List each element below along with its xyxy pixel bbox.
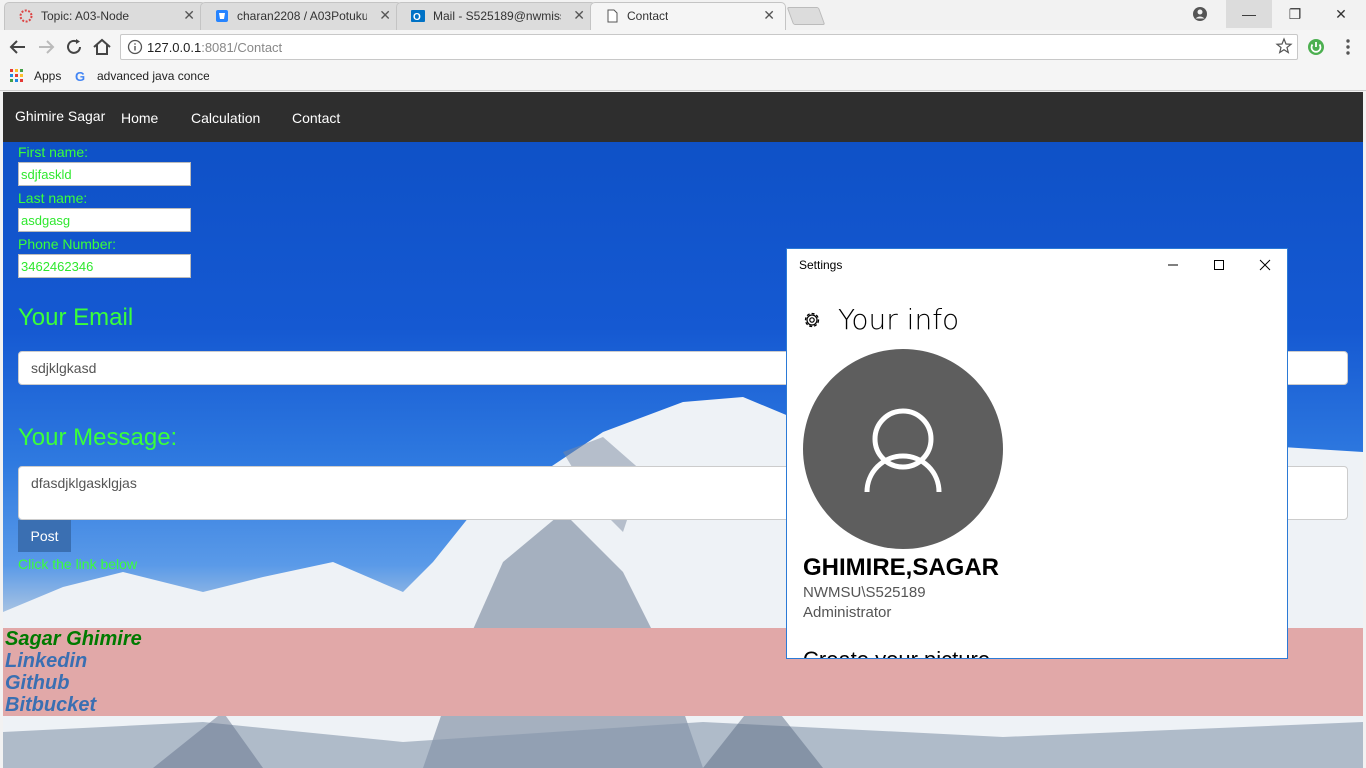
svg-text:G: G xyxy=(75,69,85,83)
loading-icon xyxy=(19,9,33,23)
extension-icon[interactable] xyxy=(1307,38,1325,56)
tab-mail[interactable]: O Mail - S525189@nwmiss ✕ xyxy=(396,2,596,30)
avatar xyxy=(803,349,1003,549)
reload-icon[interactable] xyxy=(62,35,86,59)
site-brand[interactable]: Ghimire Sagar xyxy=(15,108,105,124)
post-button[interactable]: Post xyxy=(18,520,71,552)
settings-maximize-icon[interactable] xyxy=(1204,253,1234,277)
user-silhouette-icon xyxy=(864,408,942,493)
footer-name[interactable]: Sagar Ghimire xyxy=(5,628,142,651)
first-name-label: First name: xyxy=(18,144,89,160)
star-icon[interactable] xyxy=(1275,37,1293,55)
google-icon: G xyxy=(75,69,85,83)
user-display-name: GHIMIRE,SAGAR xyxy=(803,554,1000,581)
nav-calculation[interactable]: Calculation xyxy=(191,110,260,126)
settings-window: Settings Your info GHIMIRE,SAGAR NWMSU\S… xyxy=(786,248,1288,659)
email-heading: Your Email xyxy=(18,304,134,331)
bookmark-apps[interactable]: Apps xyxy=(34,69,61,83)
site-navbar: Ghimire Sagar Home Calculation Contact xyxy=(3,92,1363,142)
user-role: Administrator xyxy=(803,604,892,621)
close-icon[interactable]: ✕ xyxy=(573,8,585,22)
tab-bitbucket[interactable]: charan2208 / A03Potuku ✕ xyxy=(200,2,402,30)
settings-heading: Your info xyxy=(838,303,960,336)
info-icon[interactable] xyxy=(127,39,143,55)
user-account: NWMSU\S525189 xyxy=(803,584,926,601)
tab-title: charan2208 / A03Potuku xyxy=(237,9,367,23)
first-name-input[interactable]: sdjfaskld xyxy=(18,162,191,186)
url-text: 127.0.0.1:8081/Contact xyxy=(147,40,282,55)
forward-arrow-icon[interactable] xyxy=(34,35,58,59)
new-tab-button[interactable] xyxy=(786,7,826,25)
tab-contact[interactable]: Contact ✕ xyxy=(590,2,786,30)
nav-contact[interactable]: Contact xyxy=(292,110,340,126)
last-name-label: Last name: xyxy=(18,190,88,206)
minimize-button[interactable]: — xyxy=(1226,0,1272,28)
outlook-icon: O xyxy=(411,10,425,23)
settings-window-title: Settings xyxy=(799,258,843,272)
footer-link-github[interactable]: Github xyxy=(5,672,69,695)
footer-link-bitbucket[interactable]: Bitbucket xyxy=(5,694,96,717)
back-arrow-icon[interactable] xyxy=(6,35,30,59)
tab-topic[interactable]: Topic: A03-Node ✕ xyxy=(4,2,206,30)
create-picture-heading: Create your picture xyxy=(803,647,990,658)
settings-minimize-icon[interactable] xyxy=(1158,253,1188,277)
window-close-button[interactable]: ✕ xyxy=(1318,0,1364,28)
bookmark-advanced-java[interactable]: advanced java conce xyxy=(97,69,209,83)
footer-link-linkedin[interactable]: Linkedin xyxy=(5,650,87,673)
settings-close-icon[interactable] xyxy=(1250,253,1280,277)
tab-title: Mail - S525189@nwmiss xyxy=(433,9,561,23)
message-heading: Your Message: xyxy=(18,424,178,451)
phone-label: Phone Number: xyxy=(18,236,117,252)
phone-input[interactable]: 3462462346 xyxy=(18,254,191,278)
close-icon[interactable]: ✕ xyxy=(763,8,775,22)
svg-text:O: O xyxy=(413,12,421,23)
last-name-input[interactable]: asdgasg xyxy=(18,208,191,232)
address-bar[interactable]: 127.0.0.1:8081/Contact xyxy=(120,34,1298,60)
apps-grid-icon[interactable] xyxy=(10,69,24,83)
browser-tab-strip: Topic: A03-Node ✕ charan2208 / A03Potuku… xyxy=(0,0,1366,30)
gear-icon xyxy=(804,312,820,328)
url-host: 127.0.0.1 xyxy=(147,40,202,55)
browser-toolbar: 127.0.0.1:8081/Contact xyxy=(0,30,1366,64)
document-icon xyxy=(607,9,618,23)
kebab-menu-icon[interactable] xyxy=(1340,38,1356,56)
tab-title: Topic: A03-Node xyxy=(41,9,130,23)
click-link-text: Click the link below xyxy=(18,556,138,572)
profile-icon[interactable] xyxy=(1192,6,1208,22)
bookmarks-bar: Apps G advanced java conce xyxy=(0,64,1366,91)
url-path: :8081/Contact xyxy=(201,40,283,55)
close-icon[interactable]: ✕ xyxy=(379,8,391,22)
bitbucket-icon xyxy=(216,10,228,22)
home-icon[interactable] xyxy=(90,35,114,59)
nav-home[interactable]: Home xyxy=(121,110,158,126)
close-icon[interactable]: ✕ xyxy=(183,8,195,22)
tab-title: Contact xyxy=(627,9,669,23)
restore-button[interactable]: ❐ xyxy=(1272,0,1318,28)
